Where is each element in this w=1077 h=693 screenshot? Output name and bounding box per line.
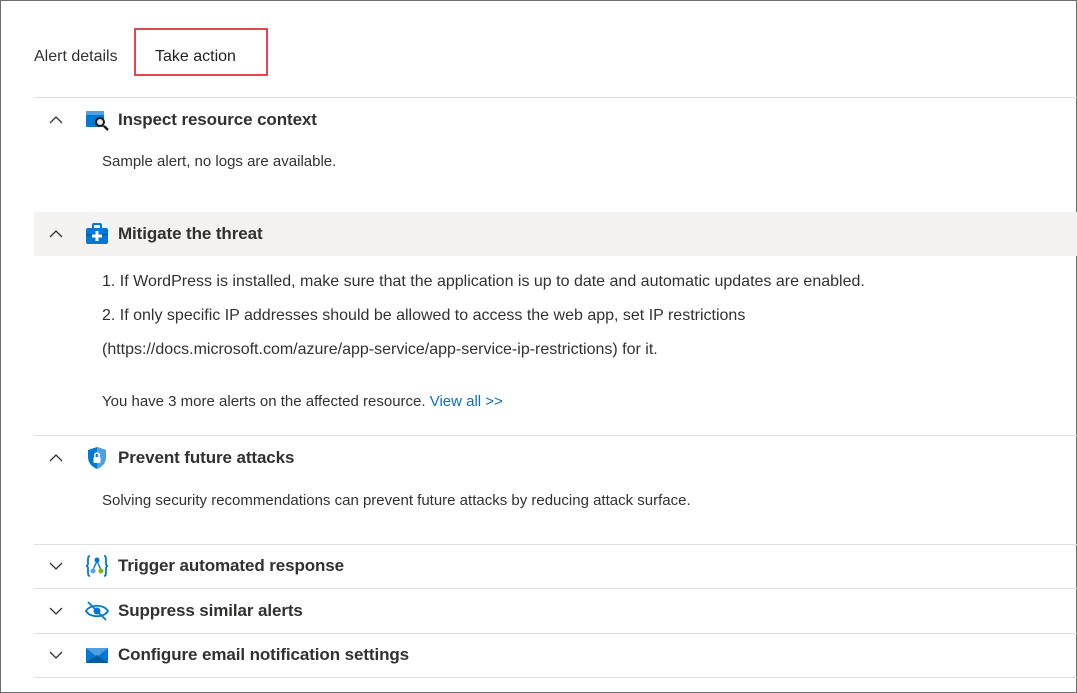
- more-alerts-line: You have 3 more alerts on the affected r…: [102, 392, 503, 412]
- section-prevent: Prevent future attacks Solving security …: [34, 436, 1077, 544]
- view-all-link[interactable]: View all >>: [430, 393, 503, 410]
- section-mitigate: Mitigate the threat 1. If WordPress is i…: [34, 212, 1077, 436]
- mitigate-step-2-link: (https://docs.microsoft.com/azure/app-se…: [102, 341, 658, 358]
- section-title-email: Configure email notification settings: [118, 645, 409, 664]
- chevron-up-icon[interactable]: [48, 112, 64, 128]
- section-title-mitigate: Mitigate the threat: [118, 224, 263, 243]
- resource-inspect-icon: [86, 111, 109, 131]
- section-trigger: Trigger automated response: [34, 544, 1077, 588]
- chevron-up-icon[interactable]: [48, 450, 64, 466]
- section-title-inspect: Inspect resource context: [118, 110, 317, 129]
- chevron-down-icon[interactable]: [48, 558, 64, 574]
- more-alerts-text: You have 3 more alerts on the affected r…: [102, 393, 426, 410]
- toolbox-icon: [86, 223, 108, 244]
- chevron-down-icon[interactable]: [48, 603, 64, 619]
- inspect-body-text: Sample alert, no logs are available.: [102, 153, 337, 170]
- section-title-prevent: Prevent future attacks: [118, 448, 295, 467]
- logic-app-icon: [85, 555, 109, 577]
- section-header-prevent[interactable]: Prevent future attacks: [34, 436, 1077, 480]
- section-header-inspect[interactable]: Inspect resource context: [34, 98, 1077, 142]
- divider: [34, 677, 1077, 678]
- section-title-suppress: Suppress similar alerts: [118, 601, 303, 620]
- section-header-suppress[interactable]: Suppress similar alerts: [34, 589, 1077, 633]
- email-icon: [86, 648, 108, 663]
- tab-bar: Alert details Take action: [0, 0, 1077, 98]
- mitigate-step-1: 1. If WordPress is installed, make sure …: [102, 273, 865, 290]
- section-email: Configure email notification settings: [34, 633, 1077, 677]
- section-suppress: Suppress similar alerts: [34, 589, 1077, 633]
- section-header-trigger[interactable]: Trigger automated response: [34, 544, 1077, 588]
- chevron-up-icon[interactable]: [48, 226, 64, 242]
- shield-lock-icon: [88, 447, 106, 469]
- section-header-mitigate[interactable]: Mitigate the threat: [34, 212, 1077, 256]
- section-header-email[interactable]: Configure email notification settings: [34, 633, 1077, 677]
- eye-hidden-icon: [85, 601, 109, 621]
- section-inspect: Inspect resource context Sample alert, n…: [34, 98, 1077, 212]
- prevent-body-text: Solving security recommendations can pre…: [102, 492, 691, 509]
- mitigate-step-2: 2. If only specific IP addresses should …: [102, 307, 746, 324]
- chevron-down-icon[interactable]: [48, 647, 64, 663]
- section-title-trigger: Trigger automated response: [118, 556, 345, 575]
- tab-alert-details[interactable]: Alert details: [34, 47, 118, 67]
- tab-take-action[interactable]: Take action: [155, 47, 236, 67]
